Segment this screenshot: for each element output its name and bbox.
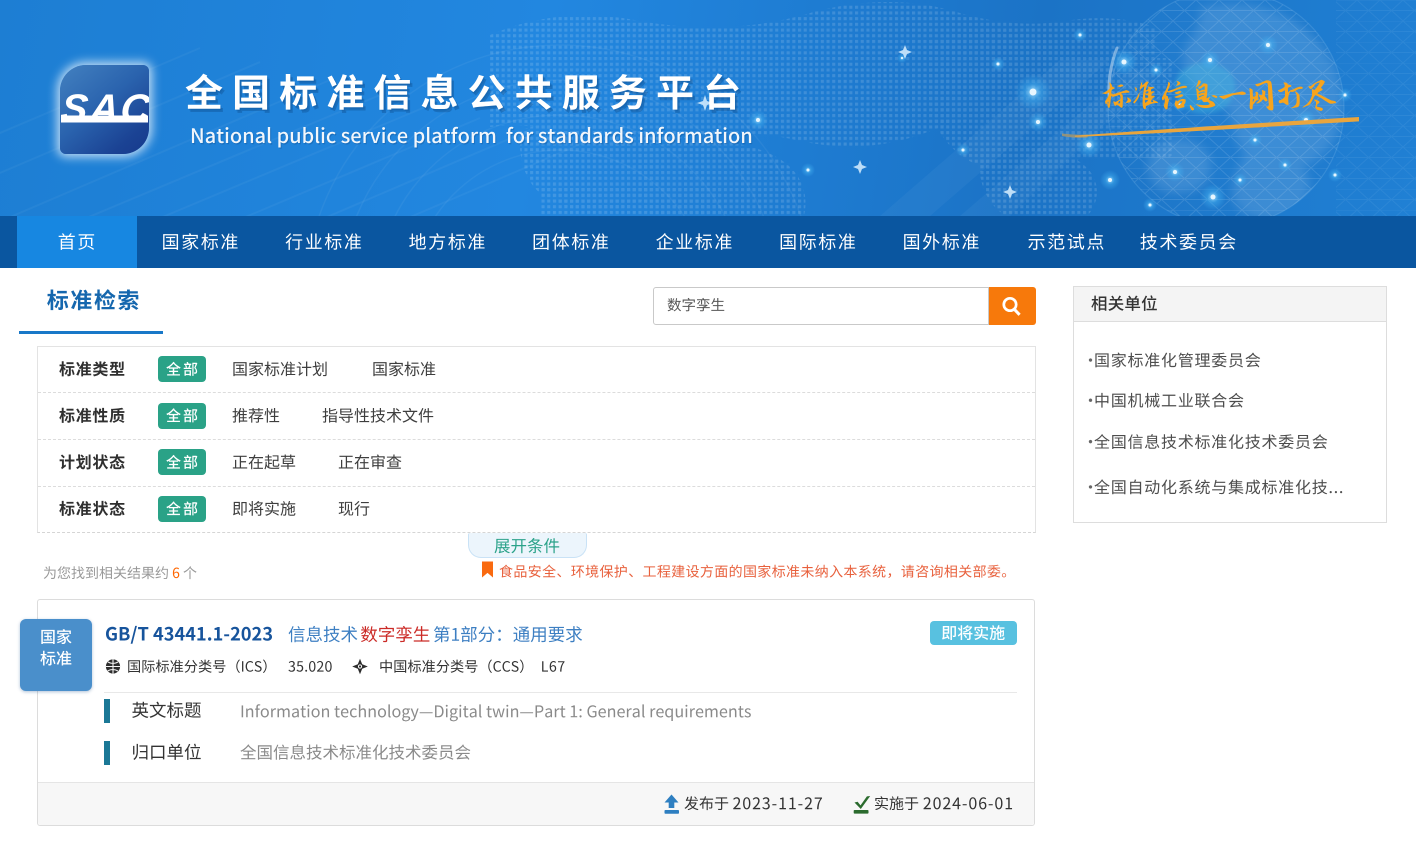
svg-text:SAC: SAC: [60, 87, 149, 131]
